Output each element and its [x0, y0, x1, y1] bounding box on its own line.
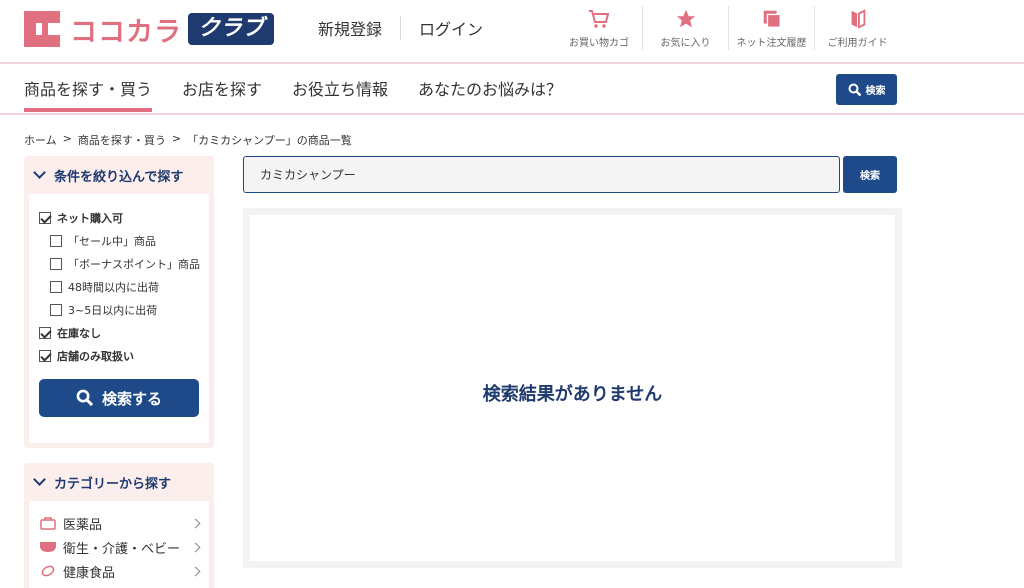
order-history-link[interactable]: ネット注文履歴	[728, 6, 814, 50]
category-title: カテゴリーから探す	[54, 476, 172, 492]
filter-label: 「セール中」商品	[68, 234, 156, 248]
checkbox-checked[interactable]	[39, 349, 51, 362]
category-panel-toggle[interactable]: カテゴリーから探す	[29, 463, 209, 501]
category-label: 衛生・介護・ベビー	[63, 541, 181, 557]
favorites-link[interactable]: お気に入り	[642, 6, 728, 50]
breadcrumb-current: 「カミカシャンプー」の商品一覧	[187, 134, 352, 147]
account-links: 新規登録 ログイン	[318, 16, 483, 40]
nav-item-shop[interactable]: 商品を探す・買う	[24, 76, 153, 112]
guide-label: ご利用ガイド	[827, 38, 888, 49]
category-label: 医薬品	[63, 517, 103, 533]
breadcrumb-separator: >	[62, 132, 72, 145]
category-label: 健康食品	[63, 565, 116, 581]
results-area: 検索結果がありません	[243, 208, 902, 568]
checkbox[interactable]	[50, 257, 62, 270]
nav-divider	[0, 113, 1024, 115]
guide-link[interactable]: ご利用ガイド	[814, 6, 900, 50]
breadcrumb-home[interactable]: ホーム	[24, 132, 57, 148]
divider	[400, 16, 402, 40]
category-list: 医薬品 衛生・介護・ベビー 健康食品	[29, 501, 209, 588]
filter-options: ネット購入可 「セール中」商品 「ボーナスポイント」商品 48時間以内に出荷 3…	[29, 194, 209, 443]
nav-search-label: 検索	[865, 86, 886, 97]
order-history-icon	[729, 8, 814, 30]
site-logo[interactable]: ココカラ クラブ	[24, 11, 275, 48]
filter-label: 店舗のみ取扱い	[57, 349, 134, 363]
chevron-down-icon	[33, 166, 46, 179]
chevron-right-icon	[190, 542, 201, 552]
filter-ship-48h[interactable]: 48時間以内に出荷	[29, 275, 209, 298]
order-history-label: ネット注文履歴	[736, 38, 807, 49]
filter-search-label: 検索する	[101, 389, 162, 408]
nav-item-concerns[interactable]: あなたのお悩みは？	[418, 76, 562, 112]
chevron-right-icon	[190, 518, 201, 528]
filter-label: 「ボーナスポイント」商品	[68, 257, 200, 271]
utility-nav: お買い物カゴ お気に入り ネット注文履歴 ご利用ガイド	[556, 6, 900, 50]
header-divider	[0, 62, 1024, 64]
filter-store-only[interactable]: 店舗のみ取扱い	[29, 344, 209, 367]
cart-icon	[556, 8, 642, 30]
diaper-icon	[39, 540, 57, 554]
search-icon	[848, 83, 861, 96]
favorites-label: お気に入り	[660, 38, 711, 49]
breadcrumb: ホーム > 商品を探す・買う > 「カミカシャンプー」の商品一覧	[24, 132, 352, 148]
star-icon	[643, 8, 728, 30]
filter-ship-3-5d[interactable]: 3~5日以内に出荷	[29, 298, 209, 321]
cart-link[interactable]: お買い物カゴ	[556, 6, 642, 50]
nav-item-stores[interactable]: お店を探す	[182, 76, 262, 112]
filter-label: 3~5日以内に出荷	[68, 303, 158, 317]
filter-bonus-point[interactable]: 「ボーナスポイント」商品	[29, 252, 209, 275]
filter-label: ネット購入可	[57, 211, 123, 225]
category-panel: カテゴリーから探す 医薬品 衛生・介護・ベビー 健康食品	[24, 463, 214, 588]
filter-label: 在庫なし	[57, 326, 101, 340]
login-link[interactable]: ログイン	[419, 16, 483, 40]
search-input[interactable]: カミカシャンプー	[243, 156, 840, 193]
chevron-down-icon	[33, 473, 46, 486]
checkbox[interactable]	[50, 303, 62, 316]
nav-item-info[interactable]: お役立ち情報	[292, 76, 388, 112]
filter-out-of-stock[interactable]: 在庫なし	[29, 321, 209, 344]
checkbox[interactable]	[50, 280, 62, 293]
medicine-bag-icon	[39, 516, 57, 530]
filter-search-button[interactable]: 検索する	[39, 379, 199, 417]
checkbox-checked[interactable]	[39, 211, 51, 224]
checkbox[interactable]	[50, 234, 62, 247]
category-item-medicine[interactable]: 医薬品	[39, 511, 201, 535]
chevron-right-icon	[190, 566, 201, 576]
filter-panel-toggle[interactable]: 条件を絞り込んで探す	[29, 156, 209, 194]
cart-label: お買い物カゴ	[569, 38, 629, 49]
global-nav: 商品を探す・買う お店を探す お役立ち情報 あなたのお悩みは？	[24, 76, 592, 112]
category-item-hygiene[interactable]: 衛生・介護・ベビー	[39, 535, 201, 559]
filter-panel: 条件を絞り込んで探す ネット購入可 「セール中」商品 「ボーナスポイント」商品 …	[24, 156, 214, 448]
logo-text: ココカラ	[70, 16, 182, 48]
search-button[interactable]: 検索	[843, 156, 897, 193]
filter-title: 条件を絞り込んで探す	[54, 169, 184, 185]
checkbox-checked[interactable]	[39, 326, 51, 339]
empty-results-message: 検索結果がありません	[482, 384, 663, 405]
search-icon	[76, 389, 94, 407]
filter-sale[interactable]: 「セール中」商品	[29, 229, 209, 252]
filter-net-purchase[interactable]: ネット購入可	[29, 206, 209, 229]
supplement-icon	[39, 564, 57, 578]
logo-mark-icon	[24, 11, 60, 47]
breadcrumb-shop[interactable]: 商品を探す・買う	[78, 132, 166, 148]
category-item-supplements[interactable]: 健康食品	[39, 559, 201, 583]
register-link[interactable]: 新規登録	[318, 16, 382, 40]
nav-search-button[interactable]: 検索	[836, 74, 897, 105]
guide-book-icon	[815, 8, 900, 30]
filter-label: 48時間以内に出荷	[68, 280, 159, 294]
logo-badge: クラブ	[188, 13, 275, 45]
breadcrumb-separator: >	[171, 132, 182, 145]
